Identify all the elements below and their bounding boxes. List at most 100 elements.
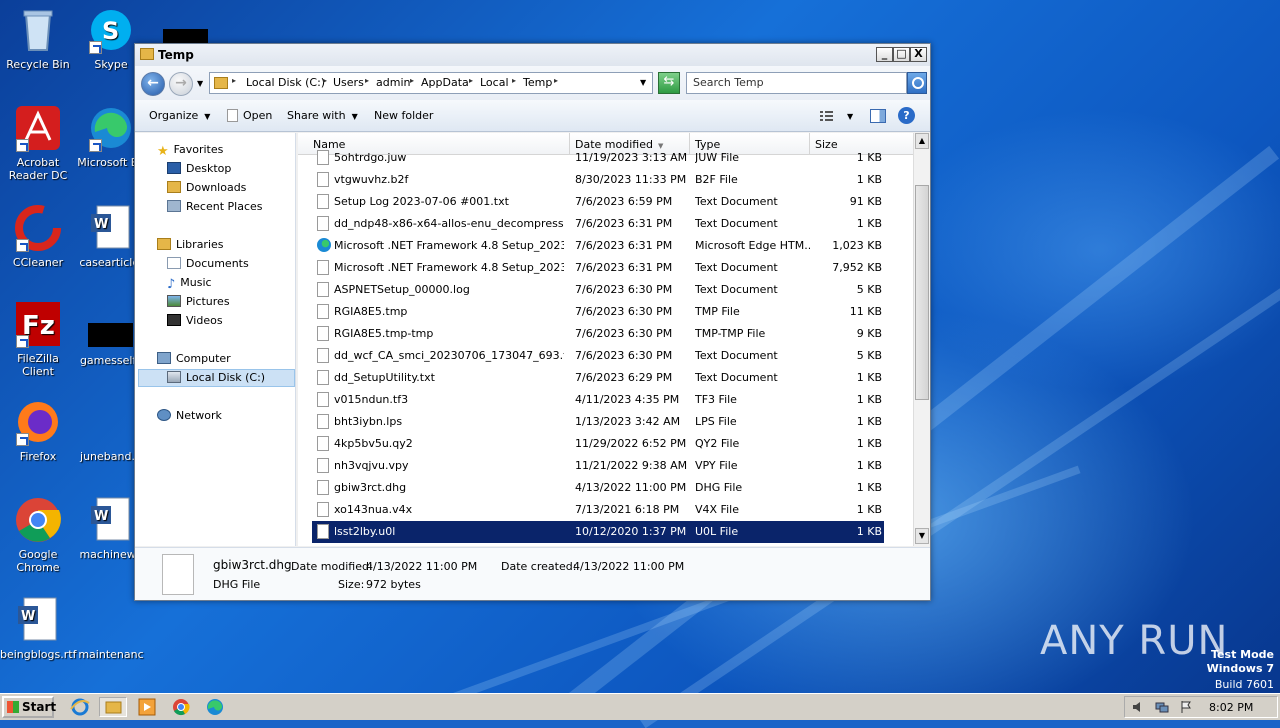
file-row[interactable]: dd_SetupUtility.txt 7/6/2023 6:29 PM Text … bbox=[298, 367, 914, 389]
nav-local-disk[interactable]: Local Disk (C:) bbox=[167, 371, 265, 384]
breadcrumb-separator-icon[interactable]: ▸ bbox=[554, 76, 558, 85]
breadcrumb-separator-icon[interactable]: ▸ bbox=[323, 76, 327, 85]
desktop-icon-beingblogs[interactable]: W beingblogs.rtf bbox=[0, 596, 76, 661]
breadcrumb-separator-icon[interactable]: ▸ bbox=[469, 76, 473, 85]
nav-pictures[interactable]: Pictures bbox=[167, 295, 230, 308]
desktop-icon-ccleaner[interactable]: CCleaner bbox=[0, 204, 76, 269]
nav-label: Pictures bbox=[186, 295, 230, 308]
internet-explorer-icon[interactable] bbox=[69, 697, 91, 717]
breadcrumb-local[interactable]: Local bbox=[480, 76, 509, 89]
file-date: 11/21/2022 9:38 AM bbox=[575, 459, 688, 472]
breadcrumb-separator-icon[interactable]: ▸ bbox=[232, 76, 236, 85]
desktop-icon-maintenance[interactable]: maintenanc bbox=[73, 596, 149, 661]
share-with-menu[interactable]: Share with ▼ bbox=[287, 109, 358, 122]
nav-libraries[interactable]: Libraries bbox=[157, 238, 224, 251]
file-icon bbox=[317, 150, 329, 165]
action-center-flag-icon[interactable] bbox=[1179, 700, 1193, 717]
organize-menu[interactable]: Organize ▼ bbox=[149, 109, 210, 122]
explorer-window[interactable]: Temp _ □ X ← → ▼ ▸ Local Disk (C:) ▸ Use… bbox=[134, 43, 931, 601]
file-date: 10/12/2020 1:37 PM bbox=[575, 525, 687, 538]
open-button[interactable]: Open bbox=[227, 109, 272, 122]
recent-places-icon bbox=[167, 200, 181, 212]
file-row[interactable]: 5ohtrdgo.juw 11/19/2023 3:13 AM JUW File 1 … bbox=[298, 147, 914, 169]
file-row[interactable]: 4kp5bv5u.qy2 11/29/2022 6:52 PM QY2 File 1 … bbox=[298, 433, 914, 455]
breadcrumb-local-disk[interactable]: Local Disk (C:) bbox=[246, 76, 325, 89]
file-row[interactable]: dd_wcf_CA_smci_20230706_173047_693.txt 7/… bbox=[298, 345, 914, 367]
file-row[interactable]: lsst2lby.u0l 10/12/2020 1:37 PM U0L File 1 … bbox=[312, 521, 884, 543]
nav-label: Downloads bbox=[186, 181, 247, 194]
address-history-dropdown-icon[interactable]: ▼ bbox=[640, 78, 646, 87]
change-view-icon[interactable] bbox=[819, 109, 835, 123]
scroll-up-icon[interactable]: ▲ bbox=[915, 133, 929, 149]
search-icon[interactable] bbox=[907, 72, 927, 94]
file-date: 8/30/2023 11:33 PM bbox=[575, 173, 687, 186]
new-folder-button[interactable]: New folder bbox=[374, 109, 433, 122]
desktop-icon-chrome[interactable]: Google Chrome bbox=[0, 496, 76, 574]
start-button[interactable]: Start bbox=[2, 696, 56, 718]
desktop-icon-acrobat[interactable]: Acrobat Reader DC bbox=[0, 104, 76, 182]
file-row[interactable]: Microsoft .NET Framework 4.8 Setup_20230… bbox=[298, 257, 914, 279]
file-icon bbox=[317, 370, 329, 385]
edge-icon[interactable] bbox=[204, 697, 226, 717]
title-bar[interactable]: Temp _ □ X bbox=[135, 44, 930, 66]
explorer-taskbar-button[interactable] bbox=[99, 697, 127, 717]
file-row[interactable]: ASPNETSetup_00000.log 7/6/2023 6:30 PM Tex… bbox=[298, 279, 914, 301]
close-button[interactable]: X bbox=[910, 47, 927, 62]
nav-documents[interactable]: Documents bbox=[167, 257, 249, 270]
scrollbar-thumb[interactable] bbox=[915, 185, 929, 400]
file-row[interactable]: vtgwuvhz.b2f 8/30/2023 11:33 PM B2F File 1 … bbox=[298, 169, 914, 191]
breadcrumb-separator-icon[interactable]: ▸ bbox=[410, 76, 414, 85]
desktop-icon-firefox[interactable]: Firefox bbox=[0, 398, 76, 463]
file-row[interactable]: gbiw3rct.dhg 4/13/2022 11:00 PM DHG File 1 … bbox=[298, 477, 914, 499]
file-row[interactable]: v015ndun.tf3 4/11/2023 4:35 PM TF3 File 1 K… bbox=[298, 389, 914, 411]
breadcrumb-appdata[interactable]: AppData bbox=[421, 76, 469, 89]
forward-button[interactable]: → bbox=[169, 72, 193, 96]
desktop-icon-filezilla[interactable]: Fz FileZilla Client bbox=[0, 300, 76, 378]
breadcrumb-temp[interactable]: Temp bbox=[523, 76, 552, 89]
file-row[interactable]: RGIA8E5.tmp-tmp 7/6/2023 6:30 PM TMP-TMP F… bbox=[298, 323, 914, 345]
back-button[interactable]: ← bbox=[141, 72, 165, 96]
nav-downloads[interactable]: Downloads bbox=[167, 181, 246, 194]
file-row[interactable]: xo143nua.v4x 7/13/2021 6:18 PM V4X File 1 K… bbox=[298, 499, 914, 521]
nav-network[interactable]: Network bbox=[157, 409, 222, 422]
file-type: TF3 File bbox=[695, 393, 737, 406]
breadcrumb-users[interactable]: Users bbox=[333, 76, 364, 89]
file-row[interactable]: RGIA8E5.tmp 7/6/2023 6:30 PM TMP File 11 KB bbox=[298, 301, 914, 323]
nav-computer[interactable]: Computer bbox=[157, 352, 231, 365]
file-row[interactable]: nh3vqjvu.vpy 11/21/2022 9:38 AM VPY File 1 … bbox=[298, 455, 914, 477]
network-tray-icon[interactable] bbox=[1155, 700, 1169, 717]
nav-music[interactable]: ♪ Music bbox=[167, 276, 212, 292]
breadcrumb-separator-icon[interactable]: ▸ bbox=[512, 76, 516, 85]
file-list[interactable]: Name Date modified ▼ Type Size 5ohtrdgo.j… bbox=[298, 133, 930, 546]
taskbar-clock[interactable]: 8:02 PM bbox=[1209, 701, 1253, 714]
file-size: 1 KB bbox=[856, 217, 882, 230]
nav-desktop[interactable]: Desktop bbox=[167, 162, 231, 175]
desktop-icon-recycle-bin[interactable]: Recycle Bin bbox=[0, 6, 76, 71]
chrome-icon[interactable] bbox=[170, 697, 192, 717]
file-row[interactable]: dd_ndp48-x86-x64-allos-enu_decompression… bbox=[298, 213, 914, 235]
nav-videos[interactable]: Videos bbox=[167, 314, 223, 327]
scroll-down-icon[interactable]: ▼ bbox=[915, 528, 929, 544]
breadcrumb-admin[interactable]: admin bbox=[376, 76, 410, 89]
media-player-icon[interactable] bbox=[136, 697, 158, 717]
document-icon bbox=[87, 596, 135, 644]
file-row[interactable]: Setup Log 2023-07-06 #001.txt 7/6/2023 6:… bbox=[298, 191, 914, 213]
file-row[interactable]: bht3iybn.lps 1/13/2023 3:42 AM LPS File 1 K… bbox=[298, 411, 914, 433]
view-options-dropdown-icon[interactable]: ▼ bbox=[847, 112, 853, 121]
nav-recent-places[interactable]: Recent Places bbox=[167, 200, 263, 213]
file-row[interactable]: Microsoft .NET Framework 4.8 Setup_20230… bbox=[298, 235, 914, 257]
breadcrumb-separator-icon[interactable]: ▸ bbox=[365, 76, 369, 85]
file-type: Text Document bbox=[695, 217, 778, 230]
maximize-button[interactable]: □ bbox=[893, 47, 910, 62]
folder-icon bbox=[214, 77, 228, 89]
vertical-scrollbar[interactable]: ▲ ▼ bbox=[913, 133, 930, 546]
minimize-button[interactable]: _ bbox=[876, 47, 893, 62]
address-bar[interactable]: ▸ Local Disk (C:) ▸ Users ▸ admin ▸ AppD… bbox=[209, 72, 653, 94]
recent-pages-dropdown-icon[interactable]: ▼ bbox=[197, 79, 203, 88]
refresh-button[interactable]: ⇆ bbox=[658, 72, 680, 94]
help-icon[interactable]: ? bbox=[898, 107, 915, 124]
search-input[interactable]: Search Temp bbox=[686, 72, 907, 94]
preview-pane-icon[interactable] bbox=[870, 109, 886, 123]
speaker-icon[interactable] bbox=[1131, 700, 1145, 717]
nav-favorites[interactable]: ★ Favorites bbox=[157, 143, 223, 159]
